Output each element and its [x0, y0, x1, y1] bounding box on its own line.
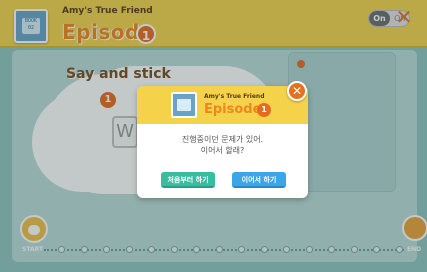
continue-button[interactable]: 이어서 하기 [232, 172, 286, 188]
dialog-header: Amy's True Friend Episode 1 [137, 86, 308, 124]
dialog-episode-label: Episode [204, 102, 262, 117]
restart-button[interactable]: 처음부터 하기 [161, 172, 215, 188]
dialog-episode-number-badge: 1 [257, 103, 271, 117]
app-screen: BOOK 02 Amy's True Friend Episode 1 On O… [0, 0, 427, 272]
dialog-close-button[interactable]: ✕ [287, 81, 307, 101]
dialog-thumbnail-cover [177, 99, 191, 111]
dialog-book-thumbnail [171, 92, 197, 118]
resume-dialog: Amy's True Friend Episode 1 ✕ 진행중이던 문제가 … [137, 81, 308, 198]
dialog-message-line2: 이어서 할래? [200, 146, 245, 155]
dialog-series-title: Amy's True Friend [204, 93, 265, 100]
dialog-message: 진행중이던 문제가 있어. 이어서 할래? [137, 134, 308, 156]
dialog-message-line1: 진행중이던 문제가 있어. [181, 135, 264, 144]
